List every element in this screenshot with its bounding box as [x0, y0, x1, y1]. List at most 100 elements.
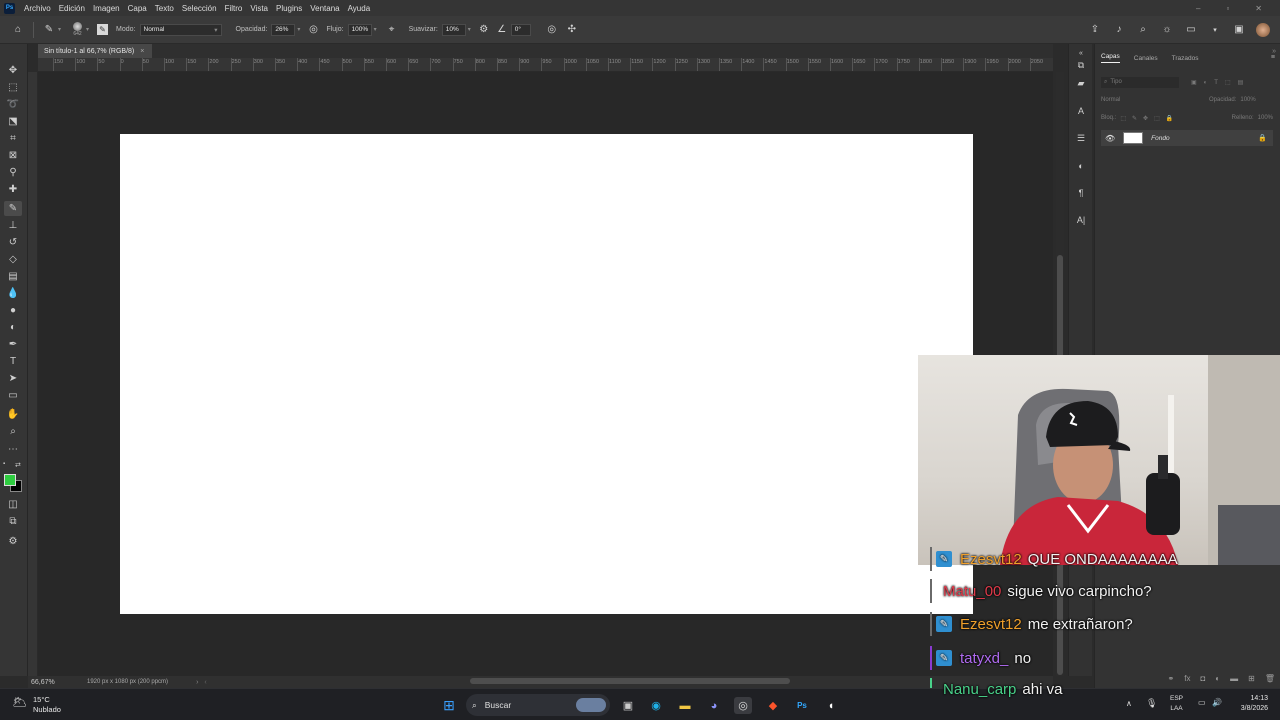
close-window-button[interactable]: ✕ — [1255, 4, 1262, 13]
layer-row[interactable]: 👁 Fondo 🔒 — [1101, 130, 1273, 146]
avatar[interactable] — [1256, 22, 1270, 37]
tab-trazados[interactable]: Trazados — [1172, 55, 1199, 62]
lasso-tool-icon[interactable]: ➰ — [4, 97, 22, 112]
blend-mode-select[interactable]: Normal — [1101, 97, 1181, 103]
app-icon[interactable]: ◖ — [822, 697, 840, 714]
discover-icon[interactable]: ☼ — [1160, 23, 1174, 37]
chevron-down-icon[interactable]: ▾ — [58, 26, 61, 33]
delete-layer-icon[interactable]: 🗑 — [1265, 674, 1275, 684]
menu-ayuda[interactable]: Ayuda — [344, 4, 375, 13]
angle-input[interactable]: 0° — [510, 23, 531, 36]
healing-brush-tool-icon[interactable]: ✚ — [4, 182, 22, 197]
volume-icon[interactable]: 🔊 — [1212, 698, 1222, 707]
marquee-tool-icon[interactable]: ⬚ — [4, 80, 22, 95]
layer-filter-icons[interactable]: ▣◐T⬚▤ — [1191, 79, 1250, 86]
zoom-tool-icon[interactable]: ⌕ — [4, 424, 22, 439]
microphone-icon[interactable]: 🎙 — [1146, 698, 1157, 709]
lock-icons[interactable]: ⬚✎✥⬚🔒 — [1120, 115, 1179, 122]
weather-widget[interactable]: 15°C Nublado — [33, 695, 61, 715]
foreground-color-swatch[interactable] — [4, 474, 16, 486]
glyphs-panel-icon[interactable]: A| — [1074, 213, 1088, 227]
workspace-icon[interactable]: ▭ — [1184, 23, 1198, 37]
maximize-button[interactable]: ▫ — [1226, 4, 1229, 13]
symmetry-icon[interactable]: ✣ — [565, 23, 579, 37]
weather-icon[interactable]: 🌥 — [12, 695, 30, 711]
layer-name[interactable]: Fondo — [1151, 135, 1169, 142]
menu-capa[interactable]: Capa — [124, 4, 151, 13]
menu-ventana[interactable]: Ventana — [306, 4, 343, 13]
brush-tool-icon[interactable]: ✎ — [42, 23, 56, 37]
brush-preset-picker[interactable]: 642 — [73, 22, 83, 37]
clone-stamp-tool-icon[interactable]: ⊥ — [4, 218, 22, 233]
bell-icon[interactable]: ♪ — [1112, 23, 1126, 37]
menu-edicion[interactable]: Edición — [55, 4, 89, 13]
link-layers-icon[interactable]: ⚭ — [1168, 674, 1175, 684]
frame-tool-icon[interactable]: ⊠ — [4, 148, 22, 163]
clock[interactable]: 14:13 3/8/2026 — [1232, 694, 1268, 714]
history-panel-icon[interactable]: ⧉ — [1074, 58, 1088, 72]
menu-texto[interactable]: Texto — [151, 4, 178, 13]
airbrush-icon[interactable]: ⌖ — [385, 23, 399, 37]
discord-icon[interactable]: ◕ — [705, 697, 723, 714]
object-select-tool-icon[interactable]: ⬔ — [4, 114, 22, 129]
blur-tool-icon[interactable]: 💧 — [4, 286, 22, 301]
menu-filtro[interactable]: Filtro — [221, 4, 247, 13]
minimize-button[interactable]: – — [1196, 4, 1200, 13]
more-tools-icon[interactable]: ⋯ — [4, 442, 22, 457]
panel-menu-icon[interactable]: ≡ — [1271, 54, 1275, 61]
sponge-tool-icon[interactable]: ◐ — [4, 320, 22, 335]
task-view-icon[interactable]: ▣ — [619, 697, 637, 714]
horizontal-scrollbar-thumb[interactable] — [470, 678, 790, 684]
adjustment-layer-icon[interactable]: ◐ — [1215, 674, 1220, 684]
default-colors-icon[interactable]: ▪ — [3, 461, 11, 469]
rectangle-tool-icon[interactable]: ▭ — [4, 388, 22, 403]
scroll-left-icon[interactable]: ‹ — [204, 679, 206, 686]
layer-effects-icon[interactable]: fx — [1184, 674, 1190, 684]
screen-mode-icon[interactable]: ⧉ — [4, 514, 22, 529]
cloud-icon[interactable]: ▣ — [1232, 23, 1246, 37]
tab-canales[interactable]: Canales — [1134, 55, 1158, 62]
close-tab-icon[interactable]: × — [140, 48, 144, 55]
type-tool-icon[interactable]: T — [4, 354, 22, 369]
language-indicator[interactable]: ESP LAA — [1170, 694, 1183, 714]
fill-value[interactable]: 100% — [1258, 115, 1273, 121]
chevron-up-icon[interactable]: ∧ — [1126, 699, 1132, 708]
chevron-down-icon[interactable]: ▾ — [374, 26, 377, 33]
mode-select[interactable]: Normal ▾ — [139, 23, 222, 36]
layer-opacity-value[interactable]: 100% — [1240, 97, 1255, 103]
photoshop-taskbar-icon[interactable]: Ps — [793, 697, 811, 714]
dodge-tool-icon[interactable]: ● — [4, 303, 22, 318]
status-menu-chevron-icon[interactable]: › — [196, 679, 198, 686]
menu-archivo[interactable]: Archivo — [20, 4, 55, 13]
brush-tool-icon[interactable]: ✎ — [4, 201, 22, 216]
windows-start-icon[interactable]: ⊞ — [440, 697, 458, 714]
new-group-icon[interactable]: ▬ — [1230, 674, 1238, 684]
eye-visibility-icon[interactable]: 👁 — [1105, 134, 1115, 143]
menu-seleccion[interactable]: Selección — [178, 4, 221, 13]
paragraph-panel-icon[interactable]: ¶ — [1074, 186, 1088, 200]
swap-colors-icon[interactable]: ⇄ — [15, 461, 23, 469]
search-icon[interactable]: ⌕ — [1136, 23, 1150, 37]
share-icon[interactable]: ⇪ — [1088, 23, 1102, 37]
character-panel-icon[interactable]: A — [1074, 104, 1088, 118]
eyedropper-tool-icon[interactable]: ⚲ — [4, 165, 22, 180]
quick-mask-icon[interactable]: ◫ — [4, 497, 22, 512]
menu-imagen[interactable]: Imagen — [89, 4, 124, 13]
taskbar-search[interactable]: ⌕ Buscar — [466, 694, 610, 716]
layer-filter-select[interactable]: ⌕ Tipo — [1101, 76, 1179, 88]
pen-tool-icon[interactable]: ✒ — [4, 337, 22, 352]
pressure-opacity-icon[interactable]: ◎ — [306, 23, 320, 37]
document-tab[interactable]: Sin título-1 al 66,7% (RGB/8) × — [38, 44, 153, 58]
brush-settings-icon[interactable]: ✎ — [97, 24, 109, 35]
hand-tool-icon[interactable]: ✋ — [4, 407, 22, 422]
menu-vista[interactable]: Vista — [246, 4, 272, 13]
menu-plugins[interactable]: Plugins — [272, 4, 306, 13]
file-explorer-icon[interactable]: ▬ — [676, 697, 694, 714]
network-icon[interactable]: ▭ — [1198, 698, 1206, 707]
move-tool-icon[interactable]: ✥ — [4, 63, 22, 78]
gradient-tool-icon[interactable]: ▤ — [4, 269, 22, 284]
history-brush-tool-icon[interactable]: ↺ — [4, 235, 22, 250]
color-panel-icon[interactable]: ◐ — [1074, 159, 1088, 173]
chevron-down-icon[interactable]: ▾ — [297, 26, 300, 33]
opacity-input[interactable]: 26% — [271, 23, 296, 36]
